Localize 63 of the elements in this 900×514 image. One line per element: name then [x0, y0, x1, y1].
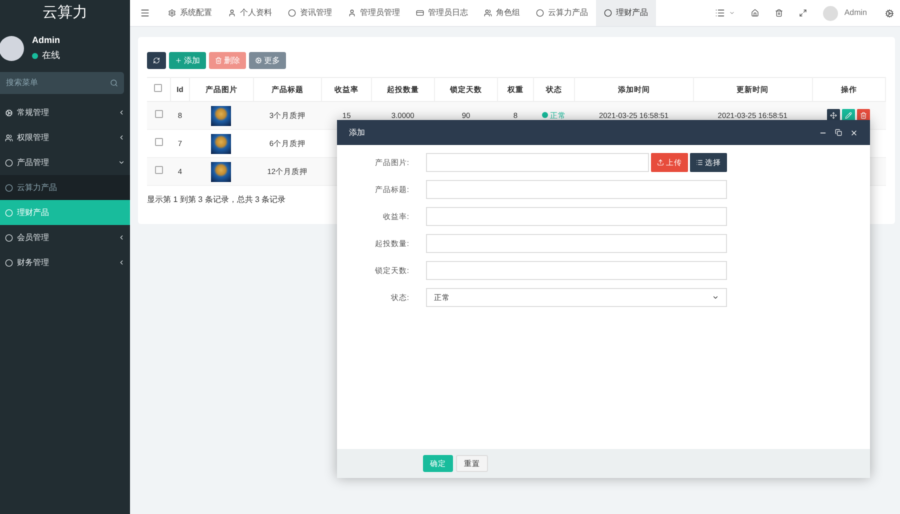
- checkbox[interactable]: [154, 166, 162, 174]
- trash-icon[interactable]: [775, 9, 784, 17]
- menu-item[interactable]: 财务管理: [0, 250, 130, 275]
- tab-icon: [348, 9, 356, 17]
- avatar: [0, 36, 24, 60]
- user-name[interactable]: Admin: [844, 7, 867, 19]
- menu-item[interactable]: 产品管理: [0, 150, 130, 175]
- refresh-icon: [153, 57, 160, 64]
- trash-icon: [860, 112, 868, 119]
- input-field[interactable]: [426, 207, 727, 226]
- add-icon: [175, 57, 182, 64]
- chevron-left-icon: [118, 234, 125, 241]
- user-status: 在线: [42, 49, 60, 62]
- submenu-item[interactable]: 云算力产品: [0, 175, 130, 200]
- tab-icon: [416, 9, 424, 17]
- tab-icon: [604, 9, 612, 17]
- menu-item[interactable]: 常规管理: [0, 100, 130, 125]
- chevron-left-icon: [118, 259, 125, 266]
- chevron-left-icon: [118, 109, 125, 116]
- search-input[interactable]: 搜索菜单: [6, 77, 86, 89]
- product-thumbnail: [211, 162, 232, 182]
- settings-icon[interactable]: [885, 8, 894, 18]
- tab-icon: [288, 9, 296, 17]
- fullscreen-icon[interactable]: [799, 9, 808, 17]
- menu-item[interactable]: 会员管理: [0, 225, 130, 250]
- product-thumbnail: [211, 134, 232, 154]
- product-thumbnail: [211, 106, 232, 126]
- home-icon[interactable]: [751, 9, 760, 17]
- search-field[interactable]: 搜索菜单: [0, 72, 124, 94]
- nav-tab[interactable]: 理财产品: [596, 0, 656, 26]
- menu-item[interactable]: 权限管理: [0, 125, 130, 150]
- checkbox[interactable]: [154, 110, 162, 118]
- checkbox[interactable]: [154, 84, 162, 92]
- input-field[interactable]: [426, 261, 727, 280]
- list-icon: [696, 159, 703, 166]
- pencil-icon: [845, 112, 852, 119]
- input-field[interactable]: [426, 153, 649, 172]
- chevron-down-icon: [118, 159, 125, 166]
- circle-icon: [5, 184, 13, 192]
- upload-icon: [657, 159, 664, 166]
- input-field[interactable]: [426, 234, 727, 253]
- tab-icon: [228, 9, 236, 17]
- more-button[interactable]: 更多: [249, 52, 286, 69]
- close-icon[interactable]: [850, 128, 858, 136]
- dialog-title: 添加: [349, 126, 366, 138]
- input-field[interactable]: [426, 180, 727, 199]
- user-name: Admin: [32, 34, 60, 46]
- move-icon: [830, 112, 838, 119]
- chevron-left-icon: [118, 134, 125, 141]
- search-icon: [110, 79, 118, 87]
- restore-icon[interactable]: [835, 129, 842, 136]
- refresh-button[interactable]: [147, 52, 166, 69]
- tab-icon: [536, 9, 544, 17]
- checkbox[interactable]: [154, 138, 162, 146]
- circle-icon: [5, 208, 13, 216]
- tab-icon: [168, 9, 176, 17]
- tab-icon: [484, 9, 492, 17]
- delete-icon: [215, 57, 222, 64]
- pagination-info: 显示第 1 到第 3 条记录，总共 3 条记录: [147, 194, 287, 206]
- caret-icon: [712, 294, 719, 301]
- list-icon[interactable]: [715, 8, 726, 18]
- more-icon: [255, 57, 262, 64]
- logo-text: 云算力: [42, 2, 88, 23]
